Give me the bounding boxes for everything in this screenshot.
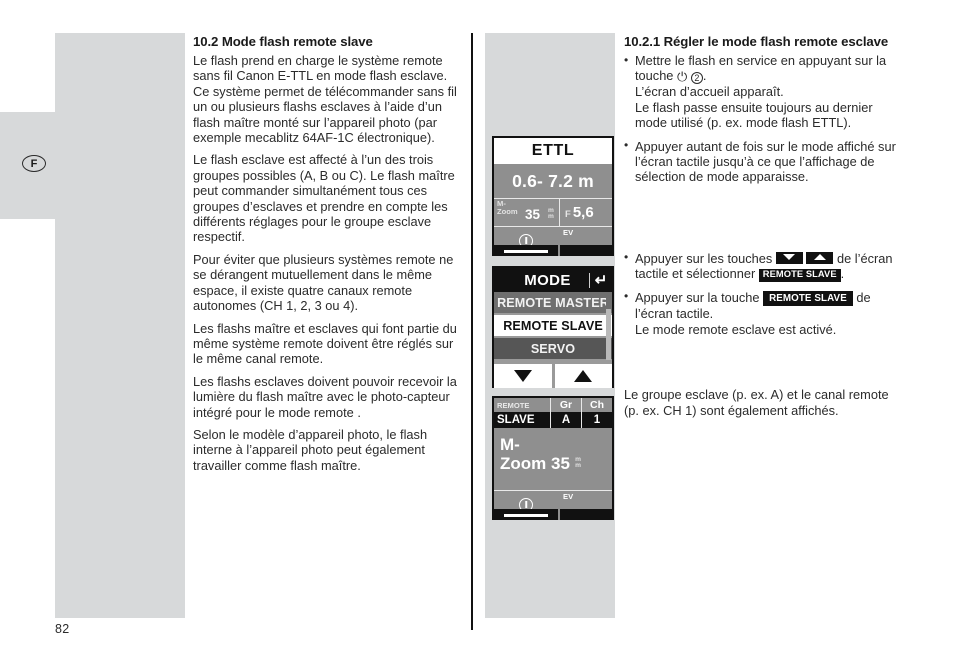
right-text-column: 10.2.1 Régler le mode flash remote escla… — [624, 34, 906, 418]
step-2-text: Appuyer autant de fois sur le mode affic… — [635, 138, 896, 185]
m-zoom-label: M- Zoom — [497, 200, 518, 215]
callout-number-2: 2 — [690, 72, 703, 85]
mode-item-remote-master[interactable]: REMOTE MASTER — [494, 292, 612, 313]
lcd-panel-remote-slave-status: REMOTE Gr Ch SLAVE A 1 M- Zoom 35 m m EV — [492, 396, 614, 520]
header-group-label: Gr — [550, 398, 581, 412]
paragraph-4: Les flashs maître et esclaves qui font p… — [193, 320, 457, 367]
m-zoom-field[interactable]: M- Zoom 35 m m — [494, 199, 560, 226]
distance-range-readout: 0.6- 7.2 m — [512, 170, 594, 191]
m-zoom-unit: m m — [575, 456, 581, 470]
lcd-panel-mode-select: MODE ↵ REMOTE MASTER REMOTE SLAVE SERVO — [492, 266, 614, 388]
info-button[interactable] — [494, 491, 560, 520]
mode-item-remote-slave[interactable]: REMOTE SLAVE — [494, 315, 612, 336]
paragraph-1: Le flash prend en charge le système remo… — [193, 53, 457, 146]
info-underline — [504, 513, 548, 517]
step-1-line-2: L’écran d’accueil apparaît. — [635, 84, 784, 100]
m-zoom-value: 35 — [525, 207, 541, 222]
m-zoom-label-line2: Zoom — [497, 206, 518, 216]
closing-paragraph: Le groupe esclave (p. ex. A) et le canal… — [624, 387, 889, 418]
paragraph-3: Pour éviter que plusieurs systèmes remot… — [193, 251, 454, 314]
aperture-field[interactable]: F 5,6 — [560, 204, 612, 221]
instruction-step-2: Appuyer autant de fois sur le mode affic… — [624, 138, 906, 185]
left-text-column: 10.2 Mode flash remote slave Le flash pr… — [193, 34, 465, 473]
aperture-value: 5,6 — [572, 204, 594, 221]
remote-slave-key-badge[interactable]: REMOTE SLAVE — [763, 291, 853, 307]
ev-label: EV — [563, 492, 574, 501]
info-underline — [504, 249, 548, 253]
remote-slave-key-badge[interactable]: REMOTE SLAVE — [758, 268, 841, 282]
value-channel: 1 — [581, 412, 612, 428]
remote-status-body[interactable]: M- Zoom 35 m m — [494, 428, 612, 490]
scroll-up-button[interactable] — [551, 364, 612, 388]
instruction-step-3: Appuyer sur les touches de l’écran tacti… — [624, 250, 906, 282]
instruction-step-4: Appuyer sur la touche REMOTE SLAVE de l’… — [624, 289, 906, 338]
step-1-text: Mettre le flash en service en appuyant s… — [635, 53, 887, 84]
mode-item-servo[interactable]: SERVO — [494, 338, 612, 359]
instruction-list: Mettre le flash en service en appuyant s… — [624, 53, 906, 185]
arrow-up-key-icon[interactable] — [806, 251, 834, 264]
remote-status-value-row[interactable]: SLAVE A 1 — [494, 412, 612, 428]
lcd-panel-ettl: ETTL 0.6- 7.2 m M- Zoom 35 m m F 5,6 EV — [492, 136, 614, 256]
m-zoom-value: 35 — [551, 454, 570, 473]
remote-status-header-row: REMOTE Gr Ch — [494, 398, 612, 412]
mode-list-scrollbar-thumb[interactable] — [606, 293, 611, 309]
step-4-line-2: Le mode remote esclave est activé. — [635, 321, 837, 337]
lcd-bottom-row: EV — [494, 490, 612, 520]
header-remote-label: REMOTE — [497, 400, 530, 410]
step-3-text-before: Appuyer sur les touches — [635, 250, 773, 266]
paragraph-6: Selon le modèle d’appareil photo, le fla… — [193, 426, 428, 473]
ev-label: EV — [563, 228, 574, 237]
step-1-period: . — [702, 68, 707, 84]
mode-title: MODE — [524, 271, 571, 289]
ettl-mode-button[interactable]: ETTL — [494, 138, 612, 164]
m-zoom-label-line2: Zoom — [500, 454, 547, 473]
m-zoom-unit: m m — [548, 207, 554, 221]
header-channel-label: Ch — [581, 398, 612, 412]
value-group: A — [550, 412, 581, 428]
step-3-period: . — [840, 266, 845, 282]
step-1-line-3: Le flash passe ensuite toujours au derni… — [635, 99, 873, 131]
info-button[interactable] — [494, 227, 560, 256]
step-4-text-before: Appuyer sur la touche — [635, 289, 760, 305]
instruction-step-1: Mettre le flash en service en appuyant s… — [624, 53, 906, 131]
arrow-down-icon — [513, 370, 532, 382]
ev-button-base — [560, 509, 612, 520]
info-button-base — [494, 245, 558, 256]
section-heading-10-2: 10.2 Mode flash remote slave — [193, 34, 373, 49]
m-zoom-unit-line2: m — [575, 462, 581, 470]
ev-button-base — [560, 245, 612, 256]
paragraph-5: Les flashs esclaves doivent pouvoir rece… — [193, 373, 457, 420]
language-badge: F — [22, 155, 46, 172]
aperture-label: F — [565, 209, 571, 220]
ev-button[interactable]: EV — [560, 491, 612, 520]
arrow-down-key-icon[interactable] — [775, 251, 803, 264]
section-heading-10-2-1: 10.2.1 Régler le mode flash remote escla… — [624, 34, 889, 49]
mode-list: REMOTE MASTER REMOTE SLAVE SERVO — [494, 292, 612, 362]
zoom-aperture-row: M- Zoom 35 m m F 5,6 — [494, 198, 612, 226]
lcd-bottom-row: EV — [494, 226, 612, 256]
column-divider — [471, 33, 473, 630]
back-arrow-icon[interactable]: ↵ — [589, 272, 612, 288]
page-number: 82 — [55, 622, 70, 636]
instruction-list-continued: Appuyer sur les touches de l’écran tacti… — [624, 250, 906, 338]
m-zoom-unit-line2: m — [548, 213, 554, 221]
mode-footer — [494, 362, 612, 388]
paragraph-2: Le flash esclave est affecté à l’un des … — [193, 152, 455, 245]
value-slave: SLAVE — [497, 414, 535, 426]
scroll-down-button[interactable] — [494, 364, 552, 388]
arrow-up-icon — [574, 370, 593, 382]
info-button-base — [494, 509, 558, 520]
m-zoom-label-line1: M- — [500, 435, 520, 454]
closing-gap-spacer — [624, 345, 906, 387]
ev-button[interactable]: EV — [560, 227, 612, 256]
m-zoom-readout: Zoom 35 m m — [500, 454, 581, 473]
power-icon: ⏻ — [677, 69, 688, 85]
instruction-gap-spacer — [624, 193, 906, 251]
mode-header: MODE ↵ — [494, 268, 612, 292]
